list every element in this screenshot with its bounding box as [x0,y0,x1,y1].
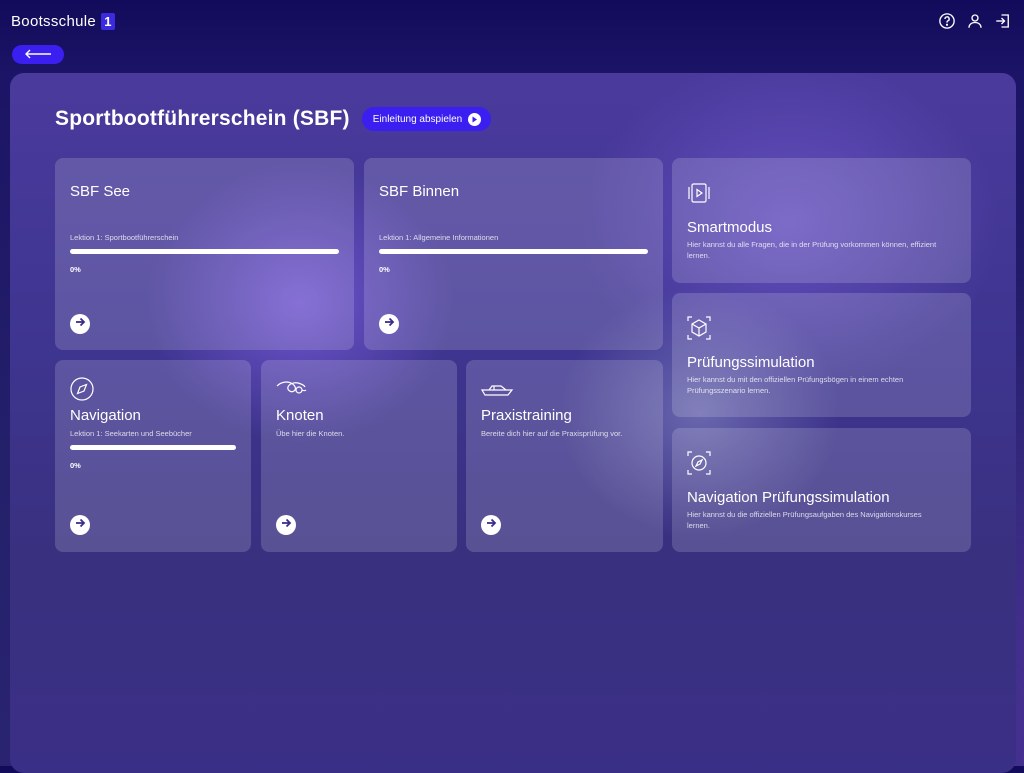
arrow-right-icon [383,315,395,333]
card-description: Bereite dich hier auf die Praxisprüfung … [481,429,623,438]
lesson-label: Lektion 1: Seekarten und Seebücher [70,429,192,438]
progress-percent: 0% [379,265,390,274]
lesson-label: Lektion 1: Sportbootführerschein [70,233,179,242]
open-arrow-button[interactable] [70,515,90,535]
progress-bar [70,445,236,450]
arrow-right-icon [280,516,292,534]
exam-cube-icon [686,315,712,341]
arrow-right-icon [485,516,497,534]
progress-bar [70,249,339,254]
main-panel: Sportbootführerschein (SBF) Einleitung a… [10,73,1016,773]
card-title: Navigation Prüfungssimulation [687,489,890,506]
compass-scan-icon [686,450,712,476]
top-bar: Bootsschule 1 [0,0,1024,44]
logout-icon[interactable] [994,12,1012,30]
card-title: Navigation [70,407,141,424]
intro-play-button[interactable]: Einleitung abspielen [361,107,492,131]
card-smartmodus[interactable]: Smartmodus Hier kannst du alle Fragen, d… [672,158,971,283]
card-pruefungssimulation[interactable]: Prüfungssimulation Hier kannst du mit de… [672,293,971,417]
brand-logo[interactable]: Bootsschule 1 [11,13,116,30]
back-button[interactable] [12,45,64,64]
card-description: Hier kannst du mit den offiziellen Prüfu… [687,375,904,395]
brand-badge: 1 [101,13,116,30]
card-title: Prüfungssimulation [687,354,815,371]
card-praxistraining[interactable]: Praxistraining Bereite dich hier auf die… [466,360,663,552]
open-arrow-button[interactable] [70,314,90,334]
card-knoten[interactable]: Knoten Übe hier die Knoten. [261,360,457,552]
card-title: SBF See [70,183,131,200]
progress-percent: 0% [70,265,81,274]
card-description: Hier kannst du die offiziellen Prüfungsa… [687,510,922,530]
compass-icon [69,376,95,402]
play-icon [468,112,482,126]
smart-mode-icon [686,180,712,206]
progress-bar [379,249,648,254]
brand-name: Bootsschule [11,13,97,30]
arrow-left-icon [24,46,52,64]
intro-button-label: Einleitung abspielen [372,113,463,125]
progress-percent: 0% [70,461,81,470]
card-title: SBF Binnen [379,183,460,200]
card-description: Hier kannst du alle Fragen, die in der P… [687,240,937,260]
user-icon[interactable] [966,12,984,30]
card-navigation[interactable]: Navigation Lektion 1: Seekarten und Seeb… [55,360,251,552]
knot-icon [275,376,307,402]
card-sbf-binnen[interactable]: SBF Binnen Lektion 1: Allgemeine Informa… [364,158,663,350]
open-arrow-button[interactable] [276,515,296,535]
help-icon[interactable] [938,12,956,30]
card-navigation-pruefungssimulation[interactable]: Navigation Prüfungssimulation Hier kanns… [672,428,971,552]
card-title: Knoten [276,407,324,424]
open-arrow-button[interactable] [481,515,501,535]
arrow-right-icon [74,516,86,534]
open-arrow-button[interactable] [379,314,399,334]
boat-icon [480,376,514,402]
card-title: Smartmodus [687,219,773,236]
card-description: Übe hier die Knoten. [276,429,345,438]
card-title: Praxistraining [481,407,572,424]
lesson-label: Lektion 1: Allgemeine Informationen [379,233,499,242]
page-title: Sportbootführerschein (SBF) [55,107,350,130]
card-sbf-see[interactable]: SBF See Lektion 1: Sportbootführerschein… [55,158,354,350]
arrow-right-icon [74,315,86,333]
